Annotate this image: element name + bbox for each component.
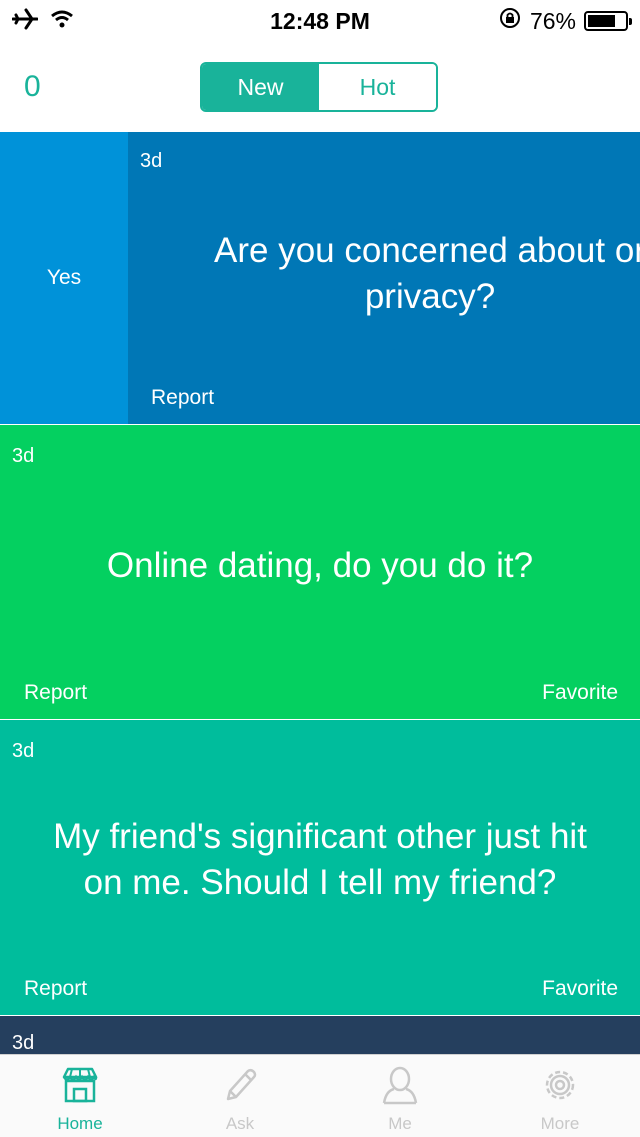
tab-ask[interactable]: Ask bbox=[160, 1055, 320, 1137]
card-age: 3d bbox=[12, 740, 35, 762]
card-question-line: privacy? bbox=[364, 277, 496, 316]
question-card[interactable]: Yes 3d Are you concerned about or privac… bbox=[0, 132, 640, 424]
favorite-button[interactable]: Favorite bbox=[542, 977, 618, 1001]
tab-more[interactable]: More bbox=[480, 1055, 640, 1137]
store-icon bbox=[58, 1063, 102, 1112]
status-bar: 12:48 PM 76% bbox=[0, 0, 640, 42]
battery-fill bbox=[588, 15, 616, 27]
card-age: 3d bbox=[12, 445, 35, 467]
score-counter: 0 bbox=[24, 70, 41, 103]
tab-label: More bbox=[540, 1114, 580, 1133]
status-right: 76% bbox=[498, 6, 632, 36]
report-button[interactable]: Report bbox=[24, 681, 87, 705]
question-card[interactable]: 3d Online dating, do you do it? Report F… bbox=[0, 425, 640, 719]
feed-segmented-control: New Hot bbox=[200, 62, 438, 112]
tab-hot[interactable]: Hot bbox=[319, 64, 436, 110]
question-card[interactable]: 3d bbox=[0, 1016, 640, 1056]
tab-bar: Home Ask Me More bbox=[0, 1054, 640, 1137]
card-age: 3d bbox=[12, 1032, 35, 1054]
tab-label: Ask bbox=[225, 1114, 255, 1133]
gear-icon bbox=[538, 1063, 582, 1112]
card-question-line: on me. Should I tell my friend? bbox=[83, 863, 557, 902]
question-card[interactable]: 3d My friend's significant other just hi… bbox=[0, 720, 640, 1015]
tab-new[interactable]: New bbox=[202, 64, 319, 110]
report-button[interactable]: Report bbox=[151, 386, 214, 410]
card-age: 3d bbox=[140, 150, 163, 172]
battery-percent: 76% bbox=[529, 7, 576, 34]
report-button[interactable]: Report bbox=[24, 977, 87, 1001]
battery-icon bbox=[584, 11, 632, 31]
favorite-button[interactable]: Favorite bbox=[542, 681, 618, 705]
tab-home[interactable]: Home bbox=[0, 1055, 160, 1137]
card-question: Online dating, do you do it? bbox=[106, 546, 534, 585]
tab-label: Home bbox=[57, 1114, 103, 1133]
rotation-lock-icon bbox=[498, 6, 522, 36]
person-icon bbox=[378, 1063, 422, 1112]
card-question: My friend's significant other just hit o… bbox=[20, 814, 620, 906]
card-question-line: Are you concerned about or bbox=[214, 231, 640, 270]
tab-label: Me bbox=[388, 1114, 412, 1133]
yes-vote-panel[interactable]: Yes bbox=[0, 132, 128, 424]
nav-bar: 0 New Hot bbox=[0, 42, 640, 133]
pencil-icon bbox=[218, 1063, 262, 1112]
card-question: Are you concerned about or privacy? bbox=[180, 228, 640, 320]
card-question-line: My friend's significant other just hit bbox=[53, 817, 587, 856]
tab-me[interactable]: Me bbox=[320, 1055, 480, 1137]
